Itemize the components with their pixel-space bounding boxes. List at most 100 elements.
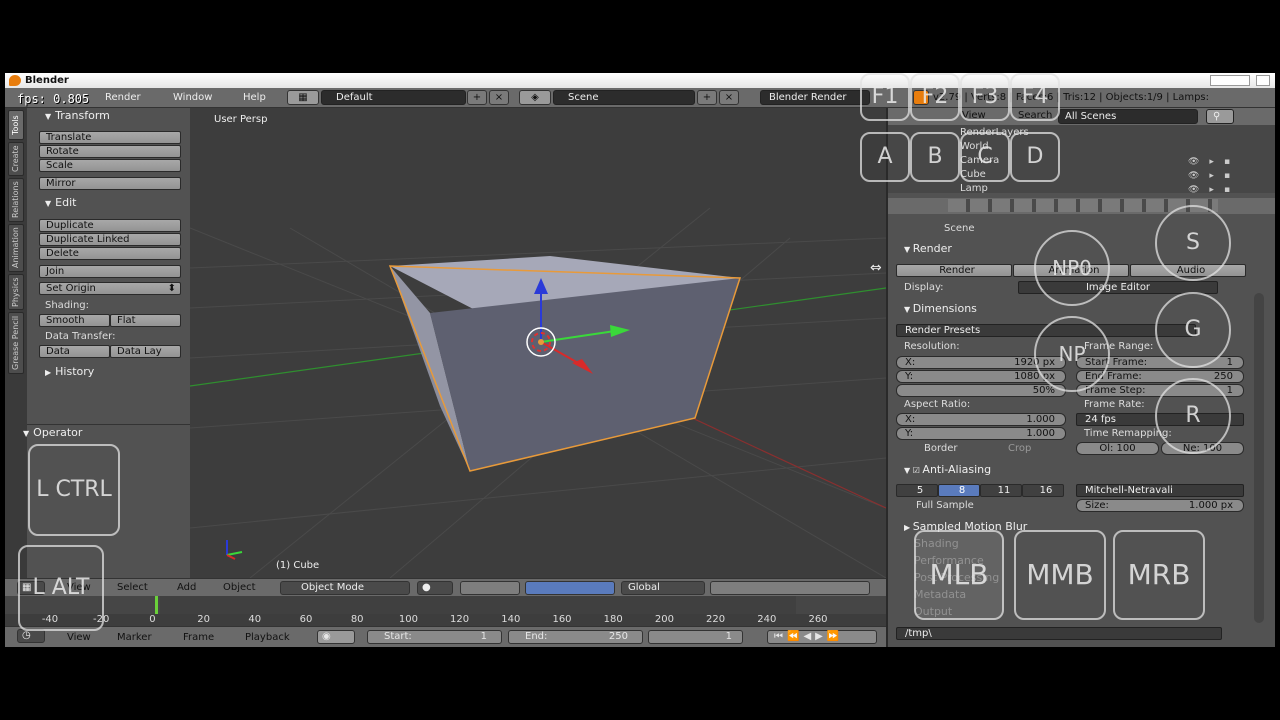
- resolution-percentage-slider[interactable]: 50%: [896, 384, 1066, 397]
- menu-select[interactable]: Select: [117, 582, 148, 593]
- delete-button[interactable]: Delete: [39, 247, 181, 260]
- render-panel-header[interactable]: ▼ Render: [904, 242, 952, 255]
- tab-create[interactable]: Create: [8, 142, 24, 176]
- menu-render[interactable]: Render: [105, 92, 141, 103]
- layout-remove-button[interactable]: ×: [489, 90, 509, 105]
- border-checkbox[interactable]: Border: [924, 443, 958, 454]
- remap-old-field[interactable]: Ol: 100: [1076, 442, 1159, 455]
- translate-button[interactable]: Translate: [39, 131, 181, 144]
- output-path-field[interactable]: /tmp\: [896, 627, 1222, 640]
- layout-field[interactable]: Default: [321, 90, 466, 105]
- aa-sample-8[interactable]: 8: [938, 484, 980, 497]
- aa-sample-16[interactable]: 16: [1022, 484, 1064, 497]
- menu-add[interactable]: Add: [177, 582, 196, 593]
- mirror-button[interactable]: Mirror: [39, 177, 181, 190]
- overlay-key-b[interactable]: B: [910, 132, 960, 182]
- tab-grease-pencil[interactable]: Grease Pencil: [8, 312, 24, 374]
- manipulator-buttons[interactable]: [525, 581, 615, 595]
- tab-physics[interactable]: Physics: [8, 274, 24, 310]
- layout-add-button[interactable]: +: [467, 90, 487, 105]
- aa-sample-11[interactable]: 11: [980, 484, 1022, 497]
- timeline[interactable]: -40 -20 0 20 40 60 80 100 120 140 160 180 200 220 240 2…: [5, 596, 886, 626]
- overlay-key-f4[interactable]: F4: [1010, 73, 1060, 121]
- close-button[interactable]: [1256, 75, 1270, 86]
- orientation-select[interactable]: Global: [621, 581, 705, 595]
- overlay-key-g[interactable]: G: [1155, 292, 1231, 368]
- render-engine-select[interactable]: Blender Render: [760, 90, 870, 105]
- shading-select[interactable]: ●: [417, 581, 453, 595]
- aa-filter-select[interactable]: Mitchell-Netravali: [1076, 484, 1244, 497]
- tab-relations[interactable]: Relations: [8, 178, 24, 222]
- overlay-key-lctrl[interactable]: L CTRL: [28, 444, 120, 536]
- data-button[interactable]: Data: [39, 345, 110, 358]
- scene-remove-button[interactable]: ×: [719, 90, 739, 105]
- tab-animation[interactable]: Animation: [8, 224, 24, 272]
- overlay-key-a[interactable]: A: [860, 132, 910, 182]
- overlay-key-c[interactable]: C: [960, 132, 1010, 182]
- set-origin-select[interactable]: Set Origin ⬍: [39, 282, 181, 295]
- overlay-key-r[interactable]: R: [1155, 378, 1231, 454]
- aspect-x-field[interactable]: X: 1.000: [896, 413, 1066, 426]
- 3d-viewport[interactable]: User Persp (1) Cube ⇔: [190, 108, 886, 578]
- aspect-y-field[interactable]: Y: 1.000: [896, 427, 1066, 440]
- timeline-menu-view[interactable]: View: [67, 632, 91, 643]
- panel-operator-header[interactable]: ▼ Operator: [23, 426, 82, 439]
- scene-browse-button[interactable]: ◈: [519, 90, 551, 105]
- full-sample-checkbox[interactable]: Full Sample: [916, 500, 974, 511]
- menu-object[interactable]: Object: [223, 582, 256, 593]
- overlay-mouse-left[interactable]: MLB: [914, 530, 1004, 620]
- menu-help[interactable]: Help: [243, 92, 266, 103]
- properties-scrollbar[interactable]: [1254, 293, 1264, 623]
- maximize-button[interactable]: [1210, 75, 1250, 86]
- duplicate-button[interactable]: Duplicate: [39, 219, 181, 232]
- timeline-menu-frame[interactable]: Frame: [183, 632, 214, 643]
- overlay-mouse-middle[interactable]: MMB: [1014, 530, 1106, 620]
- timeline-menu-playback[interactable]: Playback: [245, 632, 290, 643]
- overlay-mouse-right[interactable]: MRB: [1113, 530, 1205, 620]
- transform-title: Transform: [55, 109, 110, 122]
- timeline-menu-marker[interactable]: Marker: [117, 632, 152, 643]
- overlay-key-d[interactable]: D: [1010, 132, 1060, 182]
- scene-add-button[interactable]: +: [697, 90, 717, 105]
- rotate-button[interactable]: Rotate: [39, 145, 181, 158]
- join-button[interactable]: Join: [39, 265, 181, 278]
- outliner-filter-select[interactable]: All Scenes: [1058, 109, 1198, 124]
- overlay-key-f2[interactable]: F2: [910, 73, 960, 121]
- smooth-button[interactable]: Smooth: [39, 314, 110, 327]
- start-frame-field[interactable]: Start: 1: [367, 630, 502, 644]
- aa-panel-header[interactable]: ▼ ☑ Anti-Aliasing: [904, 463, 991, 476]
- layer-buttons[interactable]: [710, 581, 870, 595]
- record-button[interactable]: ◉: [317, 630, 355, 644]
- aa-sample-5[interactable]: 5: [896, 484, 938, 497]
- overlay-key-f3[interactable]: F3: [960, 73, 1010, 121]
- tab-tools[interactable]: Tools: [8, 110, 24, 140]
- timeline-editor-button[interactable]: ◷: [17, 629, 45, 643]
- panel-edit-header[interactable]: ▼ Edit: [45, 196, 76, 209]
- dimensions-panel-header[interactable]: ▼ Dimensions: [904, 302, 977, 315]
- current-frame-field[interactable]: 1: [648, 630, 743, 644]
- scene-field[interactable]: Scene: [553, 90, 695, 105]
- overlay-key-s[interactable]: S: [1155, 205, 1231, 281]
- panel-transform-header[interactable]: ▼ Transform: [45, 109, 110, 122]
- aa-size-field[interactable]: Size: 1.000 px: [1076, 499, 1244, 512]
- playback-controls[interactable]: ⏮⏪◀▶⏩: [767, 630, 877, 644]
- pivot-select[interactable]: [460, 581, 520, 595]
- render-button[interactable]: Render: [896, 264, 1012, 277]
- crop-checkbox[interactable]: Crop: [1008, 443, 1031, 454]
- data-lay-button[interactable]: Data Lay: [110, 345, 181, 358]
- panel-history-header[interactable]: ▶ History: [45, 365, 94, 378]
- layout-browse-button[interactable]: ▦: [287, 90, 319, 105]
- mode-select[interactable]: Object Mode: [280, 581, 410, 595]
- visibility-icons[interactable]: 👁▸▪ 👁▸▪ 👁▸▪: [1188, 155, 1240, 197]
- end-frame-field[interactable]: End: 250: [508, 630, 643, 644]
- overlay-key-np0[interactable]: NP0: [1034, 230, 1110, 306]
- duplicate-linked-button[interactable]: Duplicate Linked: [39, 233, 181, 246]
- outliner-search-icon[interactable]: ⚲: [1206, 109, 1234, 124]
- flat-button[interactable]: Flat: [110, 314, 181, 327]
- menu-window[interactable]: Window: [173, 92, 212, 103]
- overlay-key-lalt[interactable]: L ALT: [18, 545, 104, 631]
- overlay-key-np[interactable]: NP: [1034, 316, 1110, 392]
- scale-button[interactable]: Scale: [39, 159, 181, 172]
- current-frame-marker[interactable]: [155, 596, 158, 614]
- overlay-key-f1[interactable]: F1: [860, 73, 910, 121]
